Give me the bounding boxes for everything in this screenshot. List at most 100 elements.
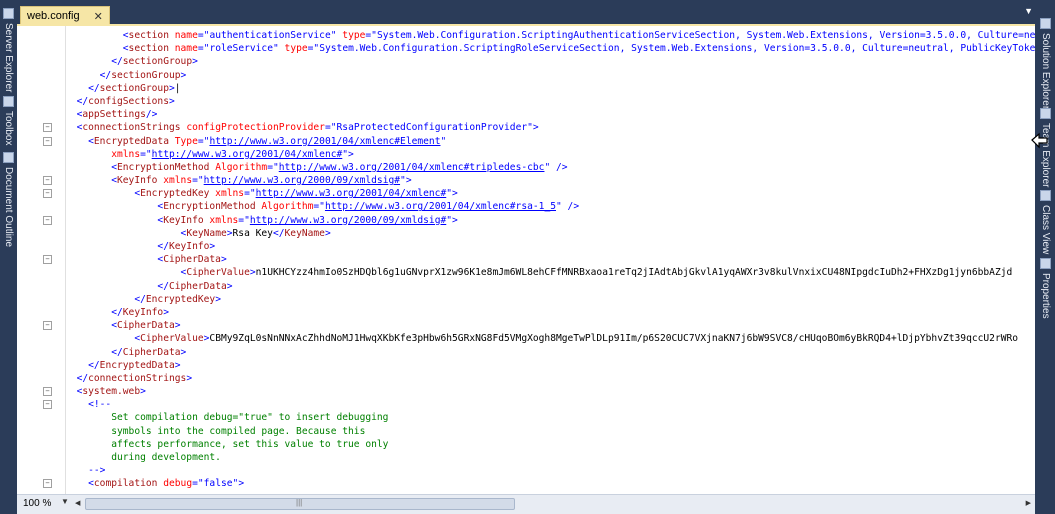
code-token: "> <box>446 214 458 226</box>
tab-dropdown-icon[interactable]: ▼ <box>1024 6 1033 16</box>
left-tab-1[interactable]: Toolbox <box>3 96 14 145</box>
code-token: =" <box>192 175 204 187</box>
solution-explorer-icon <box>1040 18 1051 29</box>
code-line[interactable]: </CipherData> <box>65 346 1035 359</box>
code-line[interactable]: − <CipherData> <box>43 319 1035 332</box>
left-tab-0[interactable]: Server Explorer <box>3 8 14 92</box>
code-line[interactable]: − <EncryptedData Type="http://www.w3.org… <box>43 135 1035 148</box>
code-line[interactable]: </EncryptedData> <box>65 359 1035 372</box>
scroll-right-icon[interactable]: ▶ <box>1026 497 1031 510</box>
horizontal-scrollbar[interactable]: ◀ ||| ▶ <box>75 497 1031 510</box>
code-token: KeyInfo <box>117 175 158 187</box>
collapse-icon[interactable]: − <box>43 321 52 331</box>
code-token: RsaProtectedConfigurationProvider <box>336 122 528 134</box>
code-line[interactable]: − <connectionStrings configProtectionPro… <box>43 121 1035 134</box>
code-line[interactable]: </KeyInfo> <box>65 240 1035 253</box>
code-line[interactable]: </EncryptedKey> <box>65 293 1035 306</box>
code-token: xmlns <box>111 148 141 160</box>
collapse-icon[interactable]: − <box>43 215 52 225</box>
code-token: EncryptedKey <box>145 293 216 305</box>
document-tab-bar: web.config ✕ ▼ <box>17 0 1035 25</box>
code-line[interactable]: affects performance, set this value to t… <box>65 438 1035 451</box>
panel-label: Toolbox <box>2 111 14 146</box>
line-gutter <box>17 26 43 496</box>
code-editor[interactable]: <section name="authenticationService" ty… <box>17 24 1035 496</box>
collapse-icon[interactable]: − <box>43 176 52 186</box>
code-token: System.Web.Configuration.ScriptingRoleSe… <box>319 43 1035 55</box>
code-token: false <box>203 478 233 490</box>
code-line[interactable]: <appSettings/> <box>65 108 1035 121</box>
code-token: " /> <box>544 161 568 173</box>
collapse-icon[interactable]: − <box>43 123 52 133</box>
code-line[interactable]: <CipherValue>n1UKHCYzz4hmIo0SzHDQbl6g1uG… <box>65 266 1035 279</box>
collapse-icon[interactable]: − <box>43 400 52 410</box>
code-line[interactable]: <KeyName>Rsa Key</KeyName> <box>65 227 1035 240</box>
code-token: CipherValue <box>186 267 250 279</box>
code-line[interactable]: <section name="roleService" type="System… <box>65 42 1035 55</box>
code-token: =" <box>244 188 256 200</box>
code-line[interactable]: Set compilation debug="true" to insert d… <box>65 411 1035 424</box>
code-line[interactable]: </CipherData> <box>65 280 1035 293</box>
code-line[interactable]: xmlns="http://www.w3.org/2001/04/xmlenc#… <box>65 148 1035 161</box>
code-token: authenticationService <box>209 30 331 41</box>
code-token: http://www.w3.org/2001/04/xmlenc# <box>255 188 447 200</box>
code-line[interactable]: <EncryptionMethod Algorithm="http://www.… <box>65 200 1035 213</box>
collapse-icon[interactable]: − <box>43 136 52 146</box>
code-token: EncryptedData <box>93 135 169 147</box>
code-line[interactable]: − <KeyInfo xmlns="http://www.w3.org/2000… <box>43 174 1035 187</box>
code-line[interactable]: </sectionGroup> <box>65 69 1035 82</box>
code-line[interactable]: − <!-- <box>43 398 1035 411</box>
code-token: --> <box>88 465 106 477</box>
code-line[interactable]: during development. <box>65 451 1035 464</box>
code-line[interactable]: --> <box>65 464 1035 477</box>
zoom-dropdown-icon[interactable]: ▼ <box>61 497 69 506</box>
code-line[interactable]: <EncryptionMethod Algorithm="http://www.… <box>65 161 1035 174</box>
scroll-left-icon[interactable]: ◀ <box>75 497 80 510</box>
right-tab-0[interactable]: Solution Explorer <box>1040 18 1051 109</box>
grip-icon: ||| <box>296 498 303 507</box>
code-line[interactable]: </connectionStrings> <box>65 372 1035 385</box>
code-line[interactable]: − <system.web> <box>43 385 1035 398</box>
zoom-level[interactable]: 100 % <box>23 498 51 509</box>
code-line[interactable]: </KeyInfo> <box>65 306 1035 319</box>
code-line[interactable]: − <KeyInfo xmlns="http://www.w3.org/2000… <box>43 214 1035 227</box>
right-tab-3[interactable]: Properties <box>1040 258 1051 319</box>
close-icon[interactable]: ✕ <box>94 10 103 23</box>
code-line[interactable]: symbols into the compiled page. Because … <box>65 425 1035 438</box>
right-tab-2[interactable]: Class View <box>1040 190 1051 254</box>
code-area[interactable]: <section name="authenticationService" ty… <box>43 29 1035 491</box>
code-token: > <box>209 241 216 252</box>
tab-web-config[interactable]: web.config ✕ <box>20 6 110 25</box>
code-line[interactable]: − <compilation debug="false"> <box>43 477 1035 490</box>
code-token: http://www.w3.org/2001/04/xmlenc# <box>151 148 343 160</box>
code-token: > <box>180 346 187 358</box>
code-line[interactable]: </sectionGroup> <box>65 55 1035 68</box>
code-token: > <box>220 254 227 266</box>
code-token: =" <box>197 30 210 41</box>
code-line[interactable]: </sectionGroup>| <box>65 82 1035 95</box>
code-token: system.web <box>82 386 141 398</box>
panel-label: Class View <box>1039 205 1051 255</box>
collapse-icon[interactable]: − <box>43 387 52 397</box>
collapse-icon[interactable]: − <box>43 479 52 489</box>
horizontal-scroll-thumb[interactable]: ||| <box>85 498 515 510</box>
code-line[interactable]: <CipherValue>CBMy9ZqL0sNnNNxAcZhhdNoMJ1H… <box>65 332 1035 345</box>
code-line[interactable]: − <CipherData> <box>43 253 1035 266</box>
code-token: CipherData <box>117 320 175 332</box>
code-token: KeyInfo <box>168 241 210 252</box>
mouse-pointer-icon <box>1031 132 1048 149</box>
code-token: KeyName <box>186 227 227 239</box>
code-line[interactable]: </configSections> <box>65 95 1035 108</box>
code-token: Algorithm <box>255 201 314 213</box>
document-outline-icon <box>3 152 14 163</box>
code-token: xmlns <box>157 175 193 187</box>
code-token: "> <box>232 478 245 490</box>
code-line[interactable]: <section name="authenticationService" ty… <box>65 29 1035 42</box>
code-line[interactable]: − <EncryptedKey xmlns="http://www.w3.org… <box>43 187 1035 200</box>
code-token: EncryptionMethod <box>117 161 210 173</box>
collapse-icon[interactable]: − <box>43 255 52 265</box>
properties-icon <box>1040 258 1051 269</box>
code-token: </ <box>134 293 146 305</box>
collapse-icon[interactable]: − <box>43 189 52 199</box>
left-tab-2[interactable]: Document Outline <box>3 152 14 247</box>
